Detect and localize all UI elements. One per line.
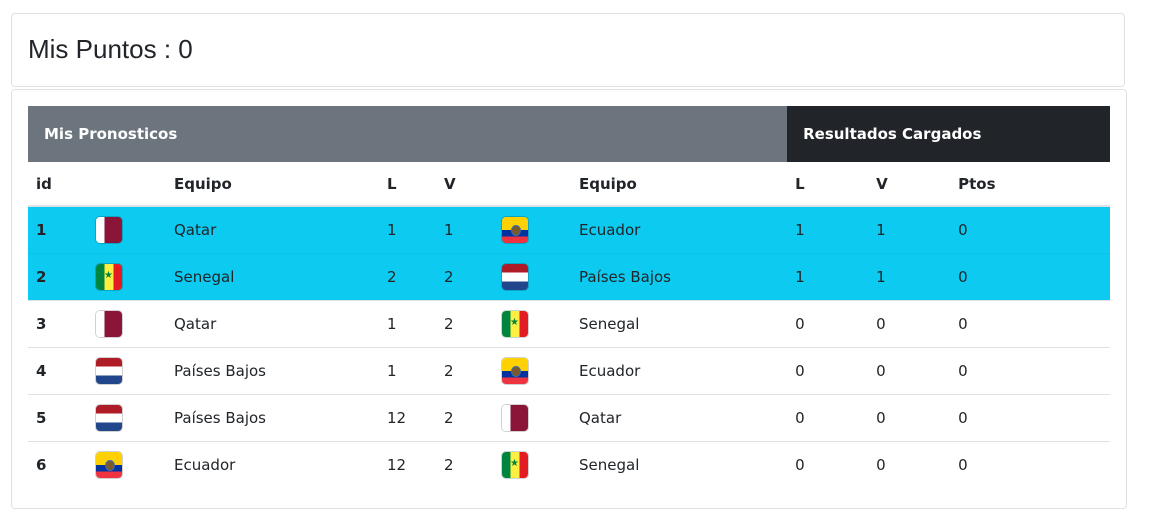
away-team: Países Bajos	[571, 253, 788, 301]
row-id: 3	[28, 300, 88, 348]
result-visitor: 0	[868, 441, 951, 488]
pred-visitor: 2	[436, 253, 494, 301]
col-id: id	[28, 162, 88, 207]
result-local: 0	[787, 347, 869, 395]
result-local: 1	[787, 205, 869, 254]
table-row: 4 Países Bajos 1 2 Ecuador 0 0 0	[28, 347, 1111, 395]
col-flag2	[494, 162, 571, 207]
pred-local: 1	[379, 300, 436, 348]
points: 0	[950, 253, 1111, 301]
pred-visitor: 2	[436, 441, 494, 488]
away-team: Senegal	[571, 300, 788, 348]
pred-local: 12	[379, 441, 436, 488]
points: 0	[950, 441, 1111, 488]
qatar-flag-icon	[502, 405, 528, 431]
points-card: Mis Puntos : 0	[11, 13, 1125, 87]
netherlands-flag-icon	[96, 405, 122, 431]
col-l2: L	[787, 162, 869, 207]
result-local: 0	[787, 394, 869, 442]
row-id: 1	[28, 205, 88, 254]
away-team: Senegal	[571, 441, 788, 488]
row-id: 4	[28, 347, 88, 395]
result-local: 0	[787, 300, 869, 348]
pred-local: 1	[379, 347, 436, 395]
qatar-flag-icon	[96, 311, 122, 337]
table-row: 1 Qatar 1 1 Ecuador 1 1 0	[28, 205, 1111, 254]
page-title: Mis Puntos : 0	[28, 34, 193, 64]
ecuador-flag-icon	[502, 358, 528, 384]
points: 0	[950, 300, 1111, 348]
home-team: Países Bajos	[166, 394, 379, 442]
result-visitor: 1	[868, 253, 951, 301]
senegal-flag-icon	[502, 452, 528, 478]
result-visitor: 0	[868, 347, 951, 395]
col-flag1	[88, 162, 166, 207]
home-team: Qatar	[166, 300, 379, 348]
netherlands-flag-icon	[96, 358, 122, 384]
col-team2: Equipo	[571, 162, 788, 207]
away-team: Ecuador	[571, 347, 788, 395]
pred-visitor: 1	[436, 205, 494, 254]
col-v2: V	[868, 162, 951, 207]
table-row: 2 Senegal 2 2 Países Bajos 1 1 0	[28, 253, 1111, 301]
result-visitor: 1	[868, 205, 951, 254]
pred-visitor: 2	[436, 347, 494, 395]
column-header-row: id Equipo L V Equipo L V Ptos	[28, 162, 1111, 207]
result-visitor: 0	[868, 394, 951, 442]
my-predictions-header: Mis Pronosticos	[28, 106, 788, 162]
col-l1: L	[379, 162, 436, 207]
away-team: Ecuador	[571, 205, 788, 254]
pred-local: 12	[379, 394, 436, 442]
table-row: 6 Ecuador 12 2 Senegal 0 0 0	[28, 441, 1111, 488]
col-team1: Equipo	[166, 162, 379, 207]
row-id: 6	[28, 441, 88, 488]
result-visitor: 0	[868, 300, 951, 348]
table-row: 5 Países Bajos 12 2 Qatar 0 0 0	[28, 394, 1111, 442]
ecuador-flag-icon	[96, 452, 122, 478]
home-team: Ecuador	[166, 441, 379, 488]
home-team: Senegal	[166, 253, 379, 301]
group-header-row: Mis Pronosticos Resultados Cargados	[28, 106, 1111, 162]
senegal-flag-icon	[96, 264, 122, 290]
pred-local: 2	[379, 253, 436, 301]
away-team: Qatar	[571, 394, 788, 442]
home-team: Países Bajos	[166, 347, 379, 395]
result-local: 0	[787, 441, 869, 488]
col-v1: V	[436, 162, 494, 207]
pred-visitor: 2	[436, 394, 494, 442]
points: 0	[950, 394, 1111, 442]
qatar-flag-icon	[96, 217, 122, 243]
pred-visitor: 2	[436, 300, 494, 348]
pred-local: 1	[379, 205, 436, 254]
points: 0	[950, 205, 1111, 254]
table-row: 3 Qatar 1 2 Senegal 0 0 0	[28, 300, 1111, 348]
ecuador-flag-icon	[502, 217, 528, 243]
points: 0	[950, 347, 1111, 395]
home-team: Qatar	[166, 205, 379, 254]
col-ptos: Ptos	[950, 162, 1111, 207]
result-local: 1	[787, 253, 869, 301]
senegal-flag-icon	[502, 311, 528, 337]
predictions-table: Mis Pronosticos Resultados Cargados id E…	[28, 106, 1111, 488]
loaded-results-header: Resultados Cargados	[787, 106, 1111, 162]
netherlands-flag-icon	[502, 264, 528, 290]
row-id: 2	[28, 253, 88, 301]
row-id: 5	[28, 394, 88, 442]
